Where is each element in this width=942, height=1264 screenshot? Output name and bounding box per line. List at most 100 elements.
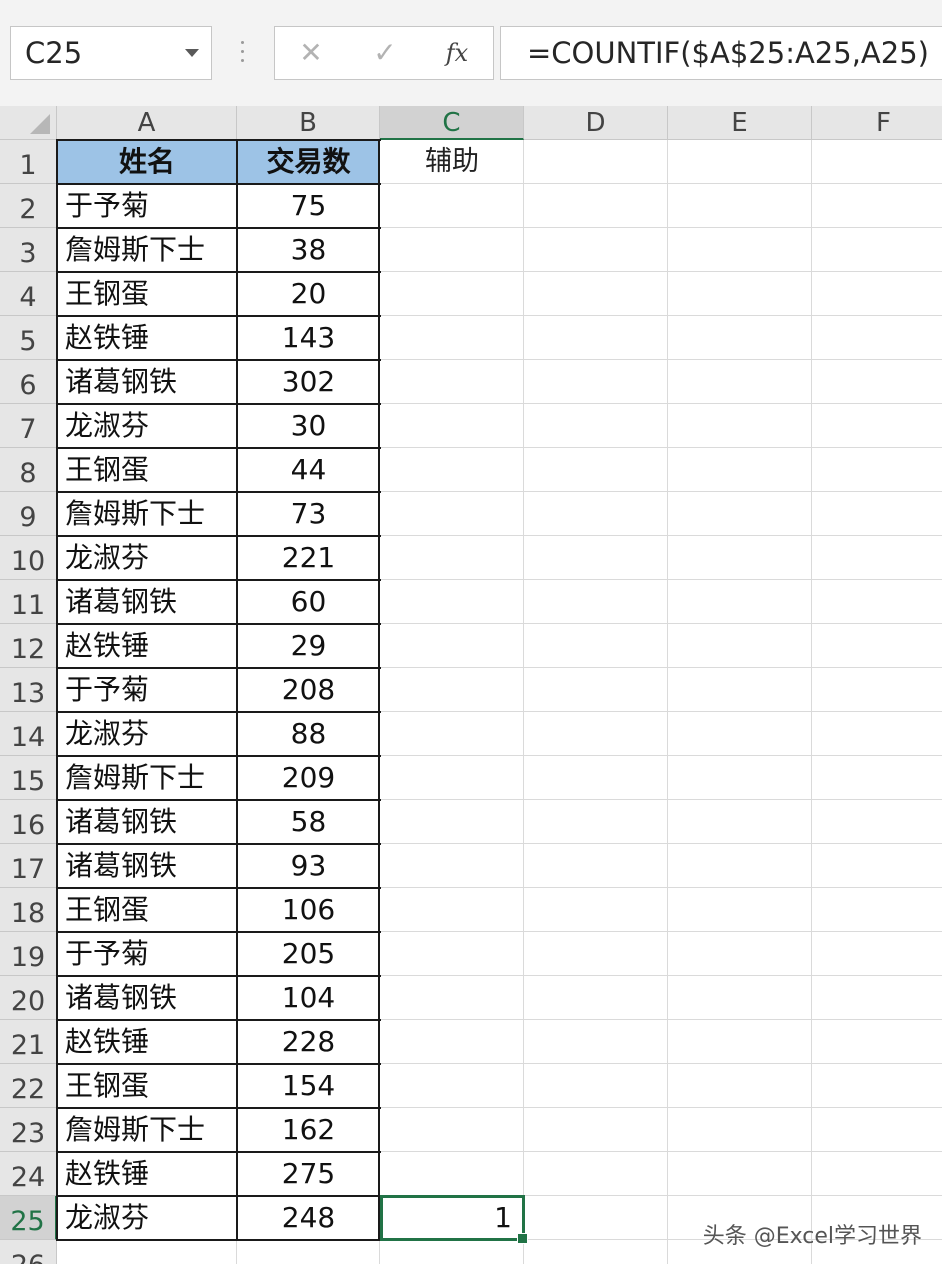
cell-name[interactable]: 龙淑芬 — [57, 536, 237, 580]
chevron-down-icon[interactable] — [185, 49, 199, 57]
select-all-button[interactable] — [0, 106, 57, 140]
cell-name[interactable]: 詹姆斯下士 — [57, 756, 237, 800]
cell-count[interactable]: 93 — [237, 844, 380, 888]
row-header-3[interactable]: 3 — [0, 228, 57, 272]
row-header-19[interactable]: 19 — [0, 932, 57, 976]
cancel-icon[interactable]: ✕ — [291, 27, 331, 79]
row-header-15[interactable]: 15 — [0, 756, 57, 800]
enter-icon[interactable]: ✓ — [365, 27, 405, 79]
spreadsheet-grid[interactable]: ABCDEF 1 2 3 4 5 6 7 8 9 10 11 12 13 14 15 16 17 18 19 20 21… — [0, 106, 942, 1264]
fill-handle[interactable] — [517, 1233, 528, 1244]
table-row: 诸葛钢铁 302 — [57, 360, 380, 404]
row-header-21[interactable]: 21 — [0, 1020, 57, 1064]
cell-count[interactable]: 228 — [237, 1020, 380, 1064]
cell-count[interactable]: 88 — [237, 712, 380, 756]
cell-count[interactable]: 38 — [237, 228, 380, 272]
cell-count[interactable]: 248 — [237, 1196, 380, 1240]
row-header-2[interactable]: 2 — [0, 184, 57, 228]
insert-function-icon[interactable]: fx — [437, 27, 477, 79]
active-cell-c25[interactable]: 1 — [380, 1195, 528, 1244]
column-header-a[interactable]: A — [57, 106, 237, 140]
table-row: 诸葛钢铁 58 — [57, 800, 380, 844]
cell-count[interactable]: 143 — [237, 316, 380, 360]
cell-count[interactable]: 75 — [237, 184, 380, 228]
column-header-f[interactable]: F — [812, 106, 942, 140]
cell-count[interactable]: 20 — [237, 272, 380, 316]
row-header-1[interactable]: 1 — [0, 140, 57, 184]
row-header-17[interactable]: 17 — [0, 844, 57, 888]
cell-count[interactable]: 205 — [237, 932, 380, 976]
table-row: 王钢蛋 154 — [57, 1064, 380, 1108]
table-border — [56, 667, 381, 669]
row-header-10[interactable]: 10 — [0, 536, 57, 580]
cell-name[interactable]: 龙淑芬 — [57, 404, 237, 448]
cell-name[interactable]: 诸葛钢铁 — [57, 580, 237, 624]
row-header-6[interactable]: 6 — [0, 360, 57, 404]
cell-name[interactable]: 诸葛钢铁 — [57, 844, 237, 888]
column-header-c[interactable]: C — [380, 106, 524, 140]
row-header-25[interactable]: 25 — [0, 1196, 57, 1240]
cell-name[interactable]: 詹姆斯下士 — [57, 492, 237, 536]
row-header-16[interactable]: 16 — [0, 800, 57, 844]
more-options-icon[interactable] — [239, 41, 245, 67]
row-header-9[interactable]: 9 — [0, 492, 57, 536]
row-header-26[interactable]: 26 — [0, 1240, 57, 1264]
cell-count[interactable]: 44 — [237, 448, 380, 492]
cell-name[interactable]: 诸葛钢铁 — [57, 976, 237, 1020]
table-border — [56, 975, 381, 977]
table-row: 诸葛钢铁 93 — [57, 844, 380, 888]
row-header-7[interactable]: 7 — [0, 404, 57, 448]
cell-name[interactable]: 诸葛钢铁 — [57, 800, 237, 844]
row-header-4[interactable]: 4 — [0, 272, 57, 316]
cell-count[interactable]: 58 — [237, 800, 380, 844]
cell-name[interactable]: 詹姆斯下士 — [57, 228, 237, 272]
cell-name[interactable]: 赵铁锤 — [57, 316, 237, 360]
name-box[interactable]: C25 — [10, 26, 212, 80]
row-header-24[interactable]: 24 — [0, 1152, 57, 1196]
row-header-23[interactable]: 23 — [0, 1108, 57, 1152]
row-header-18[interactable]: 18 — [0, 888, 57, 932]
row-header-11[interactable]: 11 — [0, 580, 57, 624]
header-cell-name[interactable]: 姓名 — [57, 140, 237, 184]
row-header-13[interactable]: 13 — [0, 668, 57, 712]
cell-name[interactable]: 王钢蛋 — [57, 1064, 237, 1108]
cell-name[interactable]: 于予菊 — [57, 184, 237, 228]
row-header-14[interactable]: 14 — [0, 712, 57, 756]
header-cell-helper[interactable]: 辅助 — [380, 140, 524, 184]
cell-count[interactable]: 208 — [237, 668, 380, 712]
cell-count[interactable]: 29 — [237, 624, 380, 668]
cell-count[interactable]: 221 — [237, 536, 380, 580]
cell-count[interactable]: 104 — [237, 976, 380, 1020]
cell-name[interactable]: 龙淑芬 — [57, 1196, 237, 1240]
cell-name[interactable]: 诸葛钢铁 — [57, 360, 237, 404]
cell-count[interactable]: 30 — [237, 404, 380, 448]
cell-name[interactable]: 王钢蛋 — [57, 888, 237, 932]
cell-count[interactable]: 106 — [237, 888, 380, 932]
cell-name[interactable]: 赵铁锤 — [57, 1020, 237, 1064]
cell-count[interactable]: 162 — [237, 1108, 380, 1152]
cell-name[interactable]: 龙淑芬 — [57, 712, 237, 756]
column-header-b[interactable]: B — [237, 106, 380, 140]
header-cell-count[interactable]: 交易数 — [237, 140, 380, 184]
formula-input[interactable]: =COUNTIF($A$25:A25,A25) — [500, 26, 942, 80]
cell-count[interactable]: 302 — [237, 360, 380, 404]
cell-count[interactable]: 154 — [237, 1064, 380, 1108]
row-header-8[interactable]: 8 — [0, 448, 57, 492]
row-header-5[interactable]: 5 — [0, 316, 57, 360]
row-header-22[interactable]: 22 — [0, 1064, 57, 1108]
cell-count[interactable]: 275 — [237, 1152, 380, 1196]
row-header-12[interactable]: 12 — [0, 624, 57, 668]
cell-name[interactable]: 王钢蛋 — [57, 272, 237, 316]
cell-name[interactable]: 詹姆斯下士 — [57, 1108, 237, 1152]
cell-count[interactable]: 60 — [237, 580, 380, 624]
column-header-d[interactable]: D — [524, 106, 668, 140]
cell-name[interactable]: 于予菊 — [57, 932, 237, 976]
column-header-e[interactable]: E — [668, 106, 812, 140]
cell-count[interactable]: 73 — [237, 492, 380, 536]
cell-name[interactable]: 赵铁锤 — [57, 1152, 237, 1196]
cell-name[interactable]: 赵铁锤 — [57, 624, 237, 668]
cell-name[interactable]: 于予菊 — [57, 668, 237, 712]
row-header-20[interactable]: 20 — [0, 976, 57, 1020]
cell-count[interactable]: 209 — [237, 756, 380, 800]
cell-name[interactable]: 王钢蛋 — [57, 448, 237, 492]
